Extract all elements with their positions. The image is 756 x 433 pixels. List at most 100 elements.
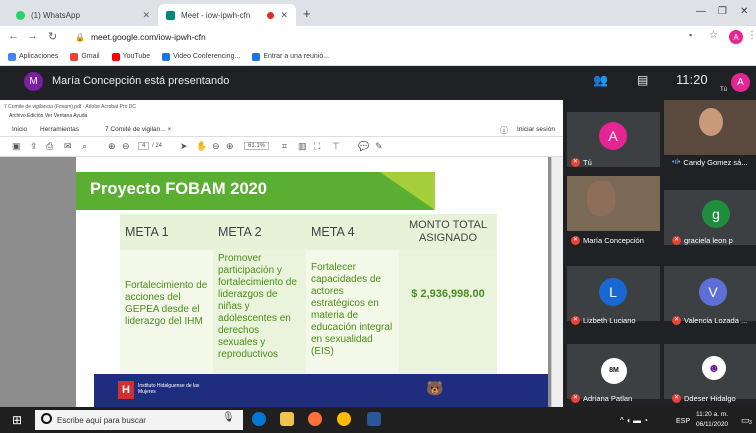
word-icon[interactable] — [367, 412, 381, 426]
gmail-icon — [70, 52, 79, 61]
reload-icon[interactable]: ↻ — [48, 30, 57, 43]
acrobat-menu: Archivo Edición Ver Ventana Ayuda — [9, 113, 88, 119]
zoom-out-icon[interactable]: ⊖ — [212, 141, 220, 152]
acrobat-tab-home[interactable]: Inicio — [12, 126, 27, 133]
bookmark-join[interactable]: Entrar a una reunió... — [252, 52, 329, 61]
notification-count: 3 — [749, 420, 752, 426]
acrobat-title: 7 Comite de vigilancia (Fovam).pdf - Ado… — [4, 104, 137, 110]
prev-page-icon[interactable]: ⊕ — [108, 141, 116, 152]
stamp-icon[interactable]: ⊤ — [332, 141, 340, 152]
participant-avatar: A — [599, 122, 627, 150]
video-icon — [252, 52, 261, 61]
participant-tile-valencia[interactable]: V — [664, 266, 756, 321]
participant-tile-adriana[interactable]: 8M — [567, 344, 660, 399]
help-icon[interactable]: ⓘ — [500, 125, 508, 136]
zoom-in-icon[interactable]: ⊕ — [226, 141, 234, 152]
comment-icon[interactable]: 💬 — [358, 141, 369, 152]
page-count: / 24 — [152, 143, 163, 149]
self-avatar[interactable]: A — [731, 73, 750, 92]
table-cell-monto: $ 2,936,998.00 — [399, 250, 497, 374]
taskbar-date[interactable]: 06/11/2020 — [696, 421, 728, 428]
acrobat-tabs: Inicio Herramientas 7 Comité de vigilan.… — [0, 122, 563, 137]
participant-name-self: ✕ Tú — [571, 158, 592, 167]
url-input[interactable]: 🔒 meet.google.com/iow-ipwh-cfn — [75, 29, 675, 45]
table-cell-meta1: Fortalecimiento de acciones del GEPEA de… — [120, 250, 213, 374]
table-header-meta4: META 4 — [306, 214, 399, 250]
bookmark-apps[interactable]: Aplicaciones — [8, 52, 58, 61]
profile-picture: ☻ — [702, 356, 726, 380]
search-icon[interactable]: ⌕ — [82, 141, 87, 152]
bookmark-video[interactable]: Video Conferencing... — [162, 52, 240, 61]
speaking-icon: •ıl• — [672, 159, 681, 166]
participant-tile-ddeser[interactable]: ☻ — [664, 344, 756, 399]
chat-icon[interactable]: ▤ — [637, 73, 648, 87]
ihm-logo: H — [118, 381, 134, 399]
next-page-icon[interactable]: ⊖ — [122, 141, 130, 152]
camera-icon[interactable]: ▪ — [689, 30, 692, 40]
tab-meet[interactable]: Meet - iow-ipwh-cfn ✕ — [158, 4, 296, 26]
tray-icons[interactable]: ^ ◖ ▬ ◔ — [620, 416, 648, 425]
mascot-icon: 🐻 — [426, 380, 444, 396]
star-icon[interactable]: ☆ — [709, 30, 718, 41]
back-icon[interactable]: ← — [8, 30, 19, 42]
menu-icon[interactable]: ⋮ — [747, 30, 756, 41]
new-tab-button[interactable]: + — [303, 6, 311, 21]
minimize-icon[interactable]: — — [696, 6, 706, 17]
language-indicator[interactable]: ESP — [676, 418, 690, 425]
cursor-icon[interactable]: ➤ — [180, 141, 188, 152]
search-placeholder: Escribe aquí para buscar — [57, 415, 146, 425]
taskbar-time[interactable]: 11:20 a. m. — [696, 411, 728, 418]
edge-icon[interactable] — [252, 412, 266, 426]
mic-off-icon: ✕ — [571, 158, 580, 167]
presenting-label: María Concepción está presentando — [52, 75, 230, 87]
page-number-input[interactable]: 4 — [138, 142, 150, 150]
table-cell-meta2: Promover participación y fortalecimiento… — [213, 250, 306, 374]
acrobat-tab-document[interactable]: 7 Comité de vigilan... × — [105, 126, 171, 133]
bookmark-gmail[interactable]: Gmail — [70, 52, 100, 61]
fullscreen-icon[interactable]: ⛶ — [314, 141, 320, 152]
save-icon[interactable]: ▣ — [12, 141, 21, 152]
taskbar-search[interactable]: Escribe aquí para buscar — [35, 410, 243, 430]
forward-icon[interactable]: → — [27, 30, 38, 42]
hand-icon[interactable]: ✋ — [196, 141, 207, 152]
address-bar: ← → ↻ 🔒 meet.google.com/iow-ipwh-cfn ▪ ☆… — [0, 26, 756, 48]
table-header-monto: MONTO TOTAL ASIGNADO — [399, 214, 497, 250]
participant-name-graciela: ✕ graciela leon p — [672, 236, 733, 245]
mail-icon[interactable]: ✉ — [64, 141, 72, 152]
participant-avatar: L — [599, 278, 627, 306]
participant-name-adriana: ✕ Adriana Patlan — [571, 394, 633, 403]
video-feed — [699, 108, 723, 136]
file-explorer-icon[interactable] — [280, 412, 294, 426]
print-icon[interactable]: ⎙ — [46, 141, 53, 152]
page-view-icon[interactable]: ▥ — [298, 141, 307, 152]
close-window-icon[interactable]: ✕ — [740, 6, 748, 17]
pen-icon[interactable]: ✎ — [375, 141, 383, 152]
presenter-avatar: M — [24, 72, 43, 91]
tab-whatsapp[interactable]: (1) WhatsApp ✕ — [8, 4, 158, 26]
tab-label: (1) WhatsApp — [31, 10, 80, 20]
participant-tile-candy[interactable] — [664, 100, 756, 155]
mic-off-icon: ✕ — [672, 236, 681, 245]
participant-tile-lizbeth[interactable]: L — [567, 266, 660, 321]
maximize-icon[interactable]: ❐ — [718, 6, 727, 17]
firefox-icon[interactable] — [308, 412, 322, 426]
vertical-scrollbar[interactable] — [551, 157, 563, 407]
windows-start-icon[interactable]: ⊞ — [12, 413, 22, 427]
microphone-icon[interactable]: 🎙 — [222, 412, 236, 426]
lock-icon: 🔒 — [75, 32, 85, 42]
close-tab-icon[interactable]: ✕ — [280, 10, 288, 21]
bookmark-youtube[interactable]: YouTube — [111, 52, 150, 61]
upload-icon[interactable]: ⇪ — [30, 141, 38, 152]
people-icon[interactable]: 👥 — [593, 73, 608, 87]
profile-avatar[interactable]: A — [729, 30, 743, 44]
participant-avatar: V — [699, 278, 727, 306]
zoom-select[interactable]: 61.1% — [244, 142, 270, 150]
video-icon — [162, 52, 171, 61]
close-tab-icon[interactable]: ✕ — [142, 10, 150, 21]
signin-link[interactable]: Iniciar sesión — [517, 126, 555, 133]
fit-page-icon[interactable]: ⌗ — [282, 141, 287, 152]
acrobat-tab-tools[interactable]: Herramientas — [40, 126, 79, 133]
chrome-icon[interactable] — [337, 412, 351, 426]
participant-tile-maria[interactable] — [567, 176, 660, 231]
meet-icon — [166, 10, 175, 20]
